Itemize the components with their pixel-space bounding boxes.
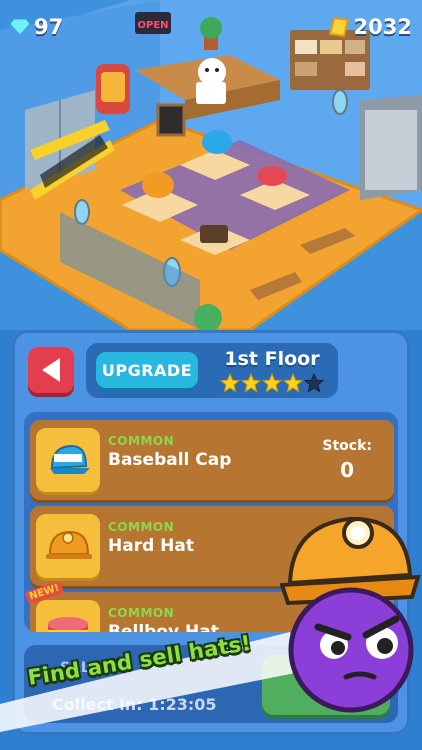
gem-count: 97 bbox=[34, 15, 64, 39]
coin-counter[interactable]: 2032 bbox=[328, 12, 412, 42]
list-item[interactable]: COMMON Baseball Cap Stock: 0 bbox=[30, 420, 394, 500]
item-icon-frame bbox=[36, 514, 100, 578]
gem-counter[interactable]: 97 bbox=[10, 12, 63, 42]
item-rarity: COMMON bbox=[108, 520, 175, 534]
coin-count: 2032 bbox=[353, 15, 412, 39]
item-name: Baseball Cap bbox=[108, 450, 232, 470]
item-rarity: COMMON bbox=[108, 434, 175, 448]
coin-icon bbox=[328, 16, 349, 38]
item-name: Hard Hat bbox=[108, 536, 194, 556]
stock-label: Stock: bbox=[322, 438, 372, 454]
bellboy-hat-display bbox=[257, 166, 287, 186]
open-sign-text: OPEN bbox=[137, 20, 168, 31]
shop-scene[interactable]: OPEN bbox=[0, 0, 422, 332]
shopkeeper bbox=[198, 58, 226, 86]
collect-timer: Collect in: 1:23:05 bbox=[52, 695, 217, 714]
baseball-cap-icon bbox=[50, 444, 90, 474]
mascot-character bbox=[288, 587, 414, 713]
star-filled-icon bbox=[262, 373, 282, 393]
upgrade-button[interactable]: UPGRADE bbox=[96, 352, 198, 388]
stock-value: 0 bbox=[340, 458, 354, 482]
star-filled-icon bbox=[283, 373, 303, 393]
star-filled-icon bbox=[241, 373, 261, 393]
item-icon-frame bbox=[36, 600, 100, 632]
chalkboard bbox=[156, 103, 186, 137]
floor-rating bbox=[220, 373, 325, 393]
star-empty-icon bbox=[304, 373, 324, 393]
top-hat-display bbox=[200, 225, 228, 243]
item-name: Bellboy Hat bbox=[108, 622, 219, 632]
back-button[interactable] bbox=[28, 347, 74, 393]
plant bbox=[200, 17, 222, 39]
item-icon-frame bbox=[36, 428, 100, 492]
hard-hat-display bbox=[142, 172, 174, 198]
item-rarity: COMMON bbox=[108, 606, 175, 620]
gem-icon bbox=[10, 19, 30, 35]
bellboy-hat-icon bbox=[48, 617, 88, 632]
star-filled-icon bbox=[220, 373, 240, 393]
hard-hat-icon bbox=[46, 530, 92, 559]
floor-title: 1st Floor bbox=[224, 348, 320, 370]
shop-floor-illustration: OPEN bbox=[0, 0, 422, 332]
cap-display bbox=[202, 130, 232, 154]
